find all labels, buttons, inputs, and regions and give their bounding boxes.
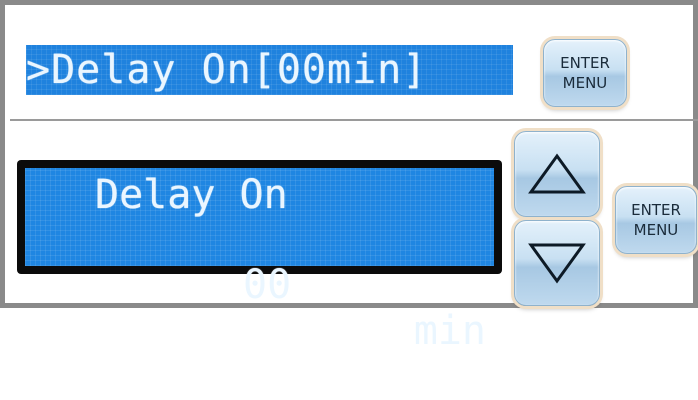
enter-label-line1: ENTER <box>560 54 610 72</box>
enter-label-line2: MENU <box>562 74 608 92</box>
enter-menu-button-bottom[interactable]: ENTER MENU <box>615 186 697 254</box>
window-frame: >Delay On[00min] ENTER MENU Delay On 00 … <box>0 0 698 354</box>
enter-menu-label: ENTER MENU <box>560 53 610 93</box>
decrement-button[interactable] <box>514 220 600 306</box>
section-divider <box>10 119 698 121</box>
enter-label-line1: ENTER <box>631 201 681 219</box>
lcd-title-line: Delay On <box>95 172 288 218</box>
value-lcd-display: Delay On 00 min <box>25 168 494 354</box>
triangle-up-icon <box>528 153 586 194</box>
enter-menu-label: ENTER MENU <box>631 200 681 240</box>
menu-lcd-display: >Delay On[00min] <box>26 45 513 95</box>
delay-value: 00 <box>243 262 292 308</box>
enter-label-line2: MENU <box>633 221 679 239</box>
triangle-down-icon <box>528 243 586 284</box>
lcd-value-line: 00 min <box>25 216 494 400</box>
increment-button[interactable] <box>514 131 600 217</box>
delay-unit: min <box>413 308 486 354</box>
enter-menu-button-top[interactable]: ENTER MENU <box>543 39 627 107</box>
value-lcd-bezel: Delay On 00 min <box>17 160 502 354</box>
